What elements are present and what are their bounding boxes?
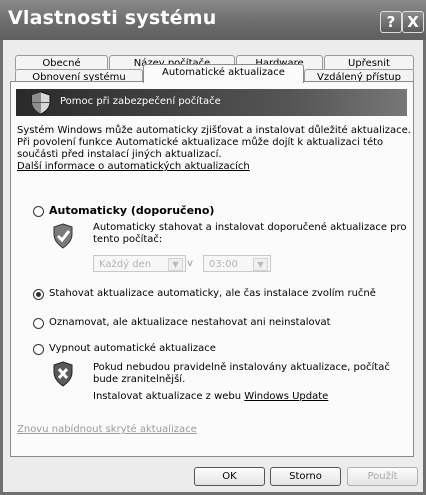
tab-upresnit[interactable]: Upřesnit xyxy=(324,55,414,70)
at-label: v xyxy=(187,258,193,269)
radio-off[interactable] xyxy=(33,344,44,355)
close-button[interactable]: X xyxy=(402,11,424,33)
title-bar: Vlastnosti systému ? X xyxy=(0,0,426,40)
security-banner: Pomoc při zabezpečení počítače xyxy=(16,89,407,116)
more-info-link[interactable]: Další informace o automatických aktualiz… xyxy=(17,161,250,173)
windows-update-link[interactable]: Windows Update xyxy=(244,391,328,402)
radio-notify[interactable] xyxy=(33,318,44,329)
off-desc-3-text: Instalovat aktualizace z webu xyxy=(93,391,242,402)
automatic-label[interactable]: Automaticky (doporučeno) xyxy=(49,205,214,217)
off-label[interactable]: Vypnout automatické aktualizace xyxy=(49,343,216,355)
shield-icon xyxy=(31,91,51,115)
notify-label[interactable]: Oznamovat, ale aktualizace nestahovat an… xyxy=(49,317,331,329)
chevron-down-icon: ▼ xyxy=(168,258,183,271)
time-select[interactable]: 03:00 ▼ xyxy=(203,255,271,272)
automatic-desc-1: Automaticky stahovat a instalovat doporu… xyxy=(93,222,407,233)
shield-x-icon xyxy=(53,361,73,387)
window-title: Vlastnosti systému xyxy=(8,7,217,29)
automatic-desc-2: tento počítač: xyxy=(93,234,163,245)
tab-automaticke-aktualizace[interactable]: Automatické aktualizace xyxy=(143,64,304,83)
off-desc-2: bude zranitelnější. xyxy=(93,374,186,385)
chevron-down-icon: ▼ xyxy=(253,258,268,271)
cancel-button[interactable]: Storno xyxy=(270,467,341,486)
time-select-value: 03:00 xyxy=(209,259,238,270)
intro-line-3: součásti před instalací jiných aktualiza… xyxy=(17,149,222,160)
tab-obecne[interactable]: Obecné xyxy=(15,55,108,70)
intro-line-1: Systém Windows může automaticky zjišťova… xyxy=(17,125,411,136)
offer-again-link[interactable]: Znovu nabídnout skryté aktualizace xyxy=(17,424,197,436)
radio-automatic[interactable] xyxy=(33,206,44,217)
day-select-value: Každý den xyxy=(99,259,152,270)
day-select[interactable]: Každý den ▼ xyxy=(93,255,186,272)
ok-button[interactable]: OK xyxy=(194,467,265,486)
shield-check-icon xyxy=(53,223,73,249)
download-label[interactable]: Stahovat aktualizace automaticky, ale ča… xyxy=(49,288,376,300)
intro-line-2: Při povolení funkce Automatické aktualiz… xyxy=(17,137,384,148)
banner-text: Pomoc při zabezpečení počítače xyxy=(60,96,221,107)
apply-button[interactable]: Použít xyxy=(347,467,418,486)
off-desc-1: Pokud nebudou pravidelně instalovány akt… xyxy=(93,362,390,373)
help-button[interactable]: ? xyxy=(380,11,402,33)
off-desc-3: Instalovat aktualizace z webu Windows Up… xyxy=(93,391,328,403)
radio-download[interactable] xyxy=(33,289,44,300)
